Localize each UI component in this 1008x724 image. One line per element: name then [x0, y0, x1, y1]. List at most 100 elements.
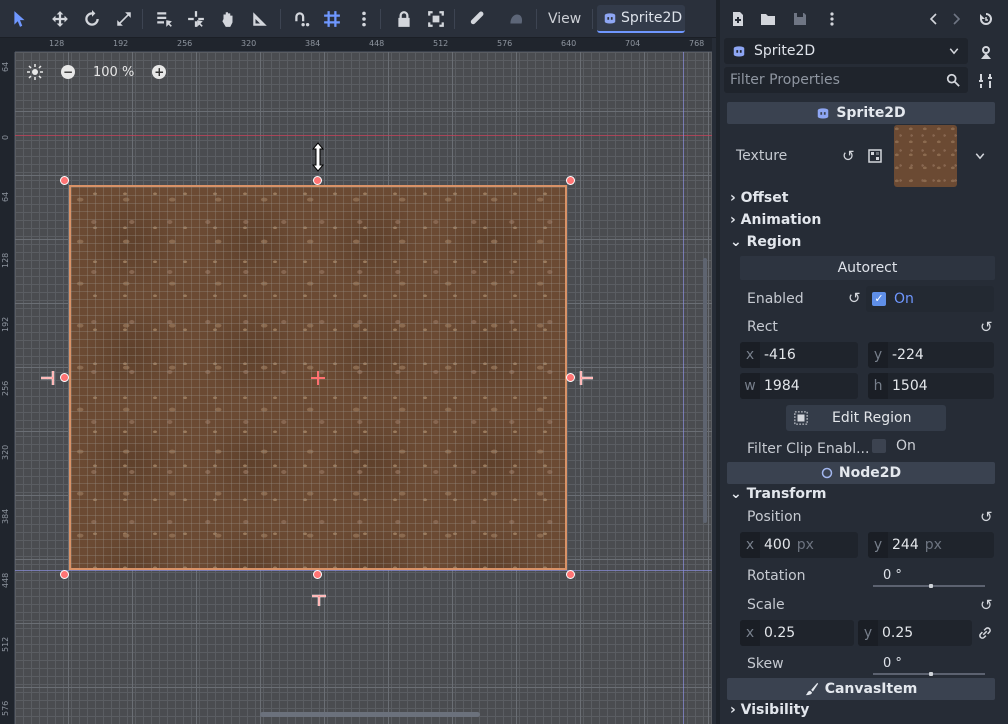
scale-y-field[interactable]: y 0.25 [858, 620, 972, 646]
group-region[interactable]: ⌄ Region [730, 234, 801, 250]
object-properties-icon[interactable] [976, 42, 996, 62]
inspector-toolbar [720, 0, 1008, 38]
revert-icon[interactable]: ↺ [980, 596, 993, 614]
revert-icon[interactable]: ↺ [980, 318, 993, 336]
link-icon[interactable] [978, 626, 992, 640]
region-edit-icon [794, 411, 808, 425]
zoom-level[interactable]: 100 % [93, 65, 134, 80]
revert-icon[interactable]: ↺ [980, 508, 993, 526]
position-x-field[interactable]: x 400 px [740, 532, 858, 558]
rotation-value[interactable]: 0 ° [883, 568, 902, 583]
skeleton-icon[interactable] [462, 5, 490, 33]
ruler-mode-icon[interactable] [246, 5, 274, 33]
history-back-icon[interactable] [924, 9, 944, 29]
scale-x-field[interactable]: x 0.25 [740, 620, 854, 646]
resize-handle-right[interactable] [566, 373, 575, 382]
resize-handle-bottom[interactable] [313, 570, 322, 579]
revert-icon[interactable]: ↺ [848, 289, 861, 307]
new-resource-icon[interactable] [728, 9, 748, 29]
filter-clip-checkbox[interactable]: On [872, 438, 916, 454]
rect-y-field[interactable]: y -224 [868, 342, 994, 368]
open-folder-icon[interactable] [758, 9, 778, 29]
enabled-checkbox[interactable]: ✓ On [866, 286, 994, 312]
resize-handle-top-right[interactable] [566, 176, 575, 185]
canvas-viewport[interactable]: 128 192 256 320 384 448 512 576 640 704 … [0, 38, 712, 724]
brush-icon [805, 682, 818, 696]
search-icon [946, 73, 960, 87]
lock-icon[interactable] [390, 5, 418, 33]
position-y-field[interactable]: y 244 px [868, 532, 994, 558]
list-select-icon[interactable] [150, 5, 178, 33]
resize-handle-bottom-left[interactable] [60, 570, 69, 579]
grid-snap-icon[interactable] [318, 5, 346, 33]
scale-mode-icon[interactable] [110, 5, 138, 33]
group-visibility[interactable]: › Visibility [730, 702, 809, 718]
texture-transparency-icon[interactable] [867, 148, 883, 164]
check-icon: ✓ [872, 292, 886, 306]
view-menu[interactable]: View [540, 5, 589, 33]
rotate-mode-icon[interactable] [78, 5, 106, 33]
revert-icon[interactable]: ↺ [842, 147, 855, 165]
snap-options-icon[interactable] [350, 5, 378, 33]
node-selector[interactable]: Sprite2D [724, 38, 968, 64]
viewport-panel: View Sprite2D 128 192 256 320 384 448 51… [0, 0, 716, 724]
vertical-scrollbar[interactable] [703, 258, 707, 523]
rect-x-field[interactable]: x -416 [740, 342, 858, 368]
texture-preview[interactable] [894, 125, 957, 187]
editor-canvas[interactable]: − 100 % + [15, 52, 712, 724]
more-options-icon[interactable] [822, 9, 842, 29]
tab-label: Sprite2D [621, 10, 683, 26]
viewport-limit-line [15, 570, 712, 571]
chevron-down-icon[interactable] [974, 150, 986, 162]
node-name: Sprite2D [754, 43, 816, 59]
group-animation[interactable]: › Animation [730, 212, 821, 228]
tab-sprite2d[interactable]: Sprite2D [597, 5, 685, 33]
chevron-down-icon [949, 48, 959, 55]
horizontal-scrollbar[interactable] [260, 712, 480, 717]
right-edge-handle-icon[interactable] [579, 370, 595, 386]
group-icon[interactable] [422, 5, 450, 33]
texture-label: Texture [736, 148, 788, 164]
tools-icon[interactable] [976, 71, 996, 91]
ruler-top: 128 192 256 320 384 448 512 576 640 704 … [15, 38, 712, 52]
bottom-edge-handle-icon[interactable] [311, 594, 327, 608]
sprite-node-icon [604, 13, 616, 24]
rect-w-field[interactable]: w 1984 [740, 373, 858, 399]
resize-handle-left[interactable] [60, 373, 69, 382]
sprite-node-icon [733, 46, 745, 57]
group-offset[interactable]: › Offset [730, 190, 788, 206]
pivot-cross-icon [311, 371, 325, 385]
pan-mode-icon[interactable] [214, 5, 242, 33]
particles-icon [502, 5, 530, 33]
group-transform[interactable]: ⌄ Transform [730, 486, 826, 502]
rect-h-field[interactable]: h 1504 [868, 373, 994, 399]
skew-value[interactable]: 0 ° [883, 656, 902, 671]
move-mode-icon[interactable] [46, 5, 74, 33]
section-canvasitem[interactable]: CanvasItem [727, 678, 995, 700]
left-edge-handle-icon[interactable] [39, 370, 55, 386]
history-icon[interactable] [976, 9, 996, 29]
resize-cursor-icon [311, 142, 325, 172]
section-sprite2d[interactable]: Sprite2D [727, 102, 995, 124]
resize-handle-top-left[interactable] [60, 176, 69, 185]
zoom-controls: − 100 % + [27, 62, 167, 82]
history-forward-icon[interactable] [946, 9, 966, 29]
inspector-panel: Sprite2D Filter Properties Sprite2D Text… [720, 0, 1008, 724]
zoom-out-button[interactable]: − [61, 65, 75, 79]
resize-handle-bottom-right[interactable] [566, 570, 575, 579]
save-icon[interactable] [790, 9, 810, 29]
filter-properties-input[interactable]: Filter Properties [724, 67, 968, 93]
x-axis-line [15, 135, 712, 136]
edit-region-button[interactable]: Edit Region [786, 405, 946, 431]
zoom-in-button[interactable]: + [152, 65, 167, 79]
pivot-mode-icon[interactable] [182, 5, 210, 33]
resize-handle-top[interactable] [313, 176, 322, 185]
center-view-icon[interactable] [27, 64, 43, 80]
select-mode-icon[interactable] [6, 5, 34, 33]
section-node2d[interactable]: Node2D [727, 462, 995, 484]
ruler-left: 64 0 64 128 192 256 320 384 448 512 576 [0, 52, 15, 724]
smart-snap-icon[interactable] [288, 5, 316, 33]
canvas-toolbar: View Sprite2D [0, 0, 716, 38]
viewport-limit-line [683, 52, 684, 724]
autorect-subsection[interactable]: Autorect [740, 256, 995, 280]
